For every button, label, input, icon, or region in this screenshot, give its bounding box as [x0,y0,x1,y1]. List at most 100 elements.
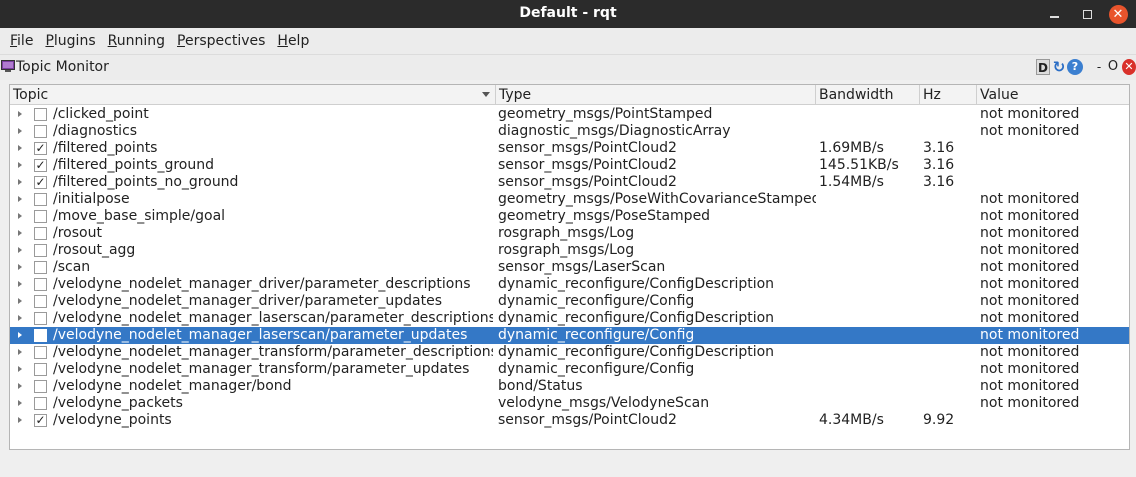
header-bandwidth[interactable]: Bandwidth [816,85,920,105]
monitor-checkbox[interactable] [34,397,47,410]
expand-arrow-icon[interactable] [18,281,22,287]
monitor-checkbox[interactable] [34,363,47,376]
help-icon[interactable]: ? [1067,59,1083,75]
table-row[interactable]: /scan sensor_msgs/LaserScan not monitored [10,259,1129,276]
expand-arrow-icon[interactable] [18,366,22,372]
menu-file-accel: F [10,33,18,49]
monitor-checkbox-checked[interactable]: ✓ [34,414,47,427]
monitor-checkbox[interactable] [34,210,47,223]
expand-arrow-icon[interactable] [18,417,22,423]
cell-topic: /velodyne_nodelet_manager_laserscan/para… [53,310,493,326]
table-row[interactable]: /velodyne_nodelet_manager_laserscan/para… [10,327,1129,344]
cell-bandwidth [819,225,919,242]
header-topic[interactable]: Topic [10,85,496,105]
menu-file-label: ile [17,33,34,49]
cell-topic: /velodyne_nodelet_manager_transform/para… [53,344,493,360]
window-titlebar: Default - rqt ✕ [0,0,1136,28]
monitor-checkbox[interactable] [34,380,47,393]
monitor-checkbox[interactable] [34,312,47,325]
maximize-icon [1082,9,1092,19]
expand-arrow-icon[interactable] [18,264,22,270]
close-plugin-icon[interactable]: ✕ [1122,59,1136,75]
cell-type: sensor_msgs/LaserScan [498,259,666,275]
monitor-checkbox[interactable] [34,125,47,138]
monitor-checkbox[interactable] [34,261,47,274]
expand-arrow-icon[interactable] [18,332,22,338]
table-row[interactable]: /velodyne_packets velodyne_msgs/VelodyneS… [10,395,1129,412]
reload-icon[interactable]: ↻ [1051,59,1067,75]
header-type[interactable]: Type [496,85,816,105]
expand-arrow-icon[interactable] [18,111,22,117]
table-row[interactable]: /velodyne_nodelet_manager/bond bond/Statu… [10,378,1129,395]
monitor-checkbox[interactable] [34,329,47,342]
dock-toggle-button[interactable]: D [1036,59,1050,75]
cell-value: not monitored [980,293,1080,309]
monitor-checkbox[interactable] [34,346,47,359]
cell-hz [923,344,977,361]
cell-topic: /diagnostics [53,123,138,139]
expand-arrow-icon[interactable] [18,213,22,219]
cell-bandwidth [819,276,919,293]
cell-hz [923,327,977,344]
header-hz[interactable]: Hz [920,85,977,105]
menu-file[interactable]: File [4,33,39,49]
cell-bandwidth [819,344,919,361]
cell-bandwidth [819,259,919,276]
monitor-checkbox[interactable] [34,227,47,240]
expand-arrow-icon[interactable] [18,400,22,406]
table-row[interactable]: /move_base_simple/goal geometry_msgs/Pose… [10,208,1129,225]
monitor-checkbox-checked[interactable]: ✓ [34,142,47,155]
minimize-button[interactable] [1045,0,1063,28]
expand-arrow-icon[interactable] [18,179,22,185]
cell-type: geometry_msgs/PoseWithCovarianceStamped [498,191,816,207]
cell-value: not monitored [980,225,1080,241]
expand-arrow-icon[interactable] [18,162,22,168]
close-window-button[interactable]: ✕ [1108,0,1128,28]
header-value[interactable]: Value [977,85,1129,105]
monitor-checkbox[interactable] [34,108,47,121]
table-row[interactable]: /velodyne_nodelet_manager_transform/para… [10,344,1129,361]
monitor-checkbox[interactable] [34,295,47,308]
cell-value: not monitored [980,259,1080,275]
expand-arrow-icon[interactable] [18,247,22,253]
expand-arrow-icon[interactable] [18,128,22,134]
table-row[interactable]: /clicked_point geometry_msgs/PointStamped… [10,106,1129,123]
expand-arrow-icon[interactable] [18,383,22,389]
table-row[interactable]: /velodyne_nodelet_manager_laserscan/para… [10,310,1129,327]
maximize-button[interactable] [1078,0,1096,28]
table-row[interactable]: /velodyne_nodelet_manager_driver/paramet… [10,276,1129,293]
expand-arrow-icon[interactable] [18,196,22,202]
menu-help[interactable]: Help [271,33,315,49]
table-row[interactable]: /velodyne_nodelet_manager_transform/para… [10,361,1129,378]
menu-perspectives[interactable]: Perspectives [171,33,271,49]
monitor-checkbox[interactable] [34,278,47,291]
monitor-checkbox[interactable] [34,193,47,206]
monitor-checkbox[interactable] [34,244,47,257]
table-row[interactable]: ✓ /filtered_points_no_ground sensor_msgs/P… [10,174,1129,191]
cell-hz [923,123,977,140]
expand-arrow-icon[interactable] [18,145,22,151]
table-row[interactable]: /rosout rosgraph_msgs/Log not monitored [10,225,1129,242]
menu-running[interactable]: Running [102,33,171,49]
topic-tree[interactable]: Topic Type Bandwidth Hz Value /clicked_p… [9,84,1130,450]
table-row[interactable]: ✓ /velodyne_points sensor_msgs/PointCloud2… [10,412,1129,429]
cell-type: dynamic_reconfigure/Config [498,327,695,343]
monitor-checkbox-checked[interactable]: ✓ [34,176,47,189]
options-button[interactable]: O [1107,59,1119,75]
cell-type: dynamic_reconfigure/ConfigDescription [498,310,775,326]
monitor-checkbox-checked[interactable]: ✓ [34,159,47,172]
expand-arrow-icon[interactable] [18,298,22,304]
table-row[interactable]: /velodyne_nodelet_manager_driver/paramet… [10,293,1129,310]
table-row[interactable]: /initialpose geometry_msgs/PoseWithCovari… [10,191,1129,208]
expand-arrow-icon[interactable] [18,230,22,236]
table-row[interactable]: ✓ /filtered_points sensor_msgs/PointCloud2… [10,140,1129,157]
table-row[interactable]: ✓ /filtered_points_ground sensor_msgs/Poin… [10,157,1129,174]
minimize-plugin-button[interactable]: - [1094,59,1104,75]
expand-arrow-icon[interactable] [18,315,22,321]
cell-value: not monitored [980,276,1080,292]
cell-type: sensor_msgs/PointCloud2 [498,412,677,428]
menu-plugins[interactable]: Plugins [39,33,101,49]
expand-arrow-icon[interactable] [18,349,22,355]
table-row[interactable]: /rosout_agg rosgraph_msgs/Log not monitore… [10,242,1129,259]
table-row[interactable]: /diagnostics diagnostic_msgs/DiagnosticAr… [10,123,1129,140]
